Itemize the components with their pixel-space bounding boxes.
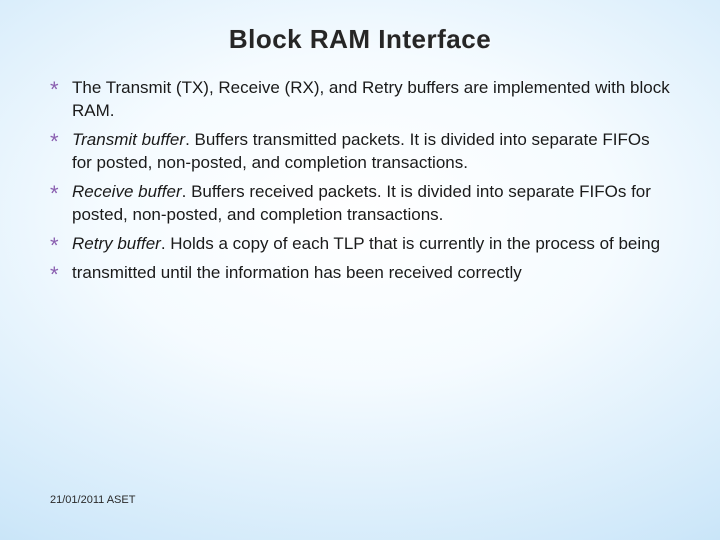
footer-org: ASET (107, 494, 136, 506)
slide-title: Block RAM Interface (50, 24, 670, 55)
asterisk-icon: * (50, 75, 59, 105)
asterisk-icon: * (50, 127, 59, 157)
asterisk-icon: * (50, 231, 59, 261)
bullet-text: transmitted until the information has be… (72, 263, 522, 282)
bullet-list: * The Transmit (TX), Receive (RX), and R… (50, 77, 670, 285)
bullet-text: . Holds a copy of each TLP that is curre… (161, 234, 660, 253)
bullet-text: The Transmit (TX), Receive (RX), and Ret… (72, 78, 670, 120)
asterisk-icon: * (50, 179, 59, 209)
list-item: * Retry buffer. Holds a copy of each TLP… (50, 233, 670, 256)
footer-date: 21/01/2011 (50, 494, 104, 506)
list-item: * Transmit buffer. Buffers transmitted p… (50, 129, 670, 175)
slide: Block RAM Interface * The Transmit (TX),… (0, 0, 720, 540)
slide-footer: 21/01/2011 ASET (50, 494, 135, 506)
asterisk-icon: * (50, 260, 59, 290)
list-item: * The Transmit (TX), Receive (RX), and R… (50, 77, 670, 123)
bullet-lead: Receive buffer (72, 182, 182, 201)
list-item: * Receive buffer. Buffers received packe… (50, 181, 670, 227)
bullet-lead: Transmit buffer (72, 130, 185, 149)
list-item: * transmitted until the information has … (50, 262, 670, 285)
bullet-lead: Retry buffer (72, 234, 161, 253)
